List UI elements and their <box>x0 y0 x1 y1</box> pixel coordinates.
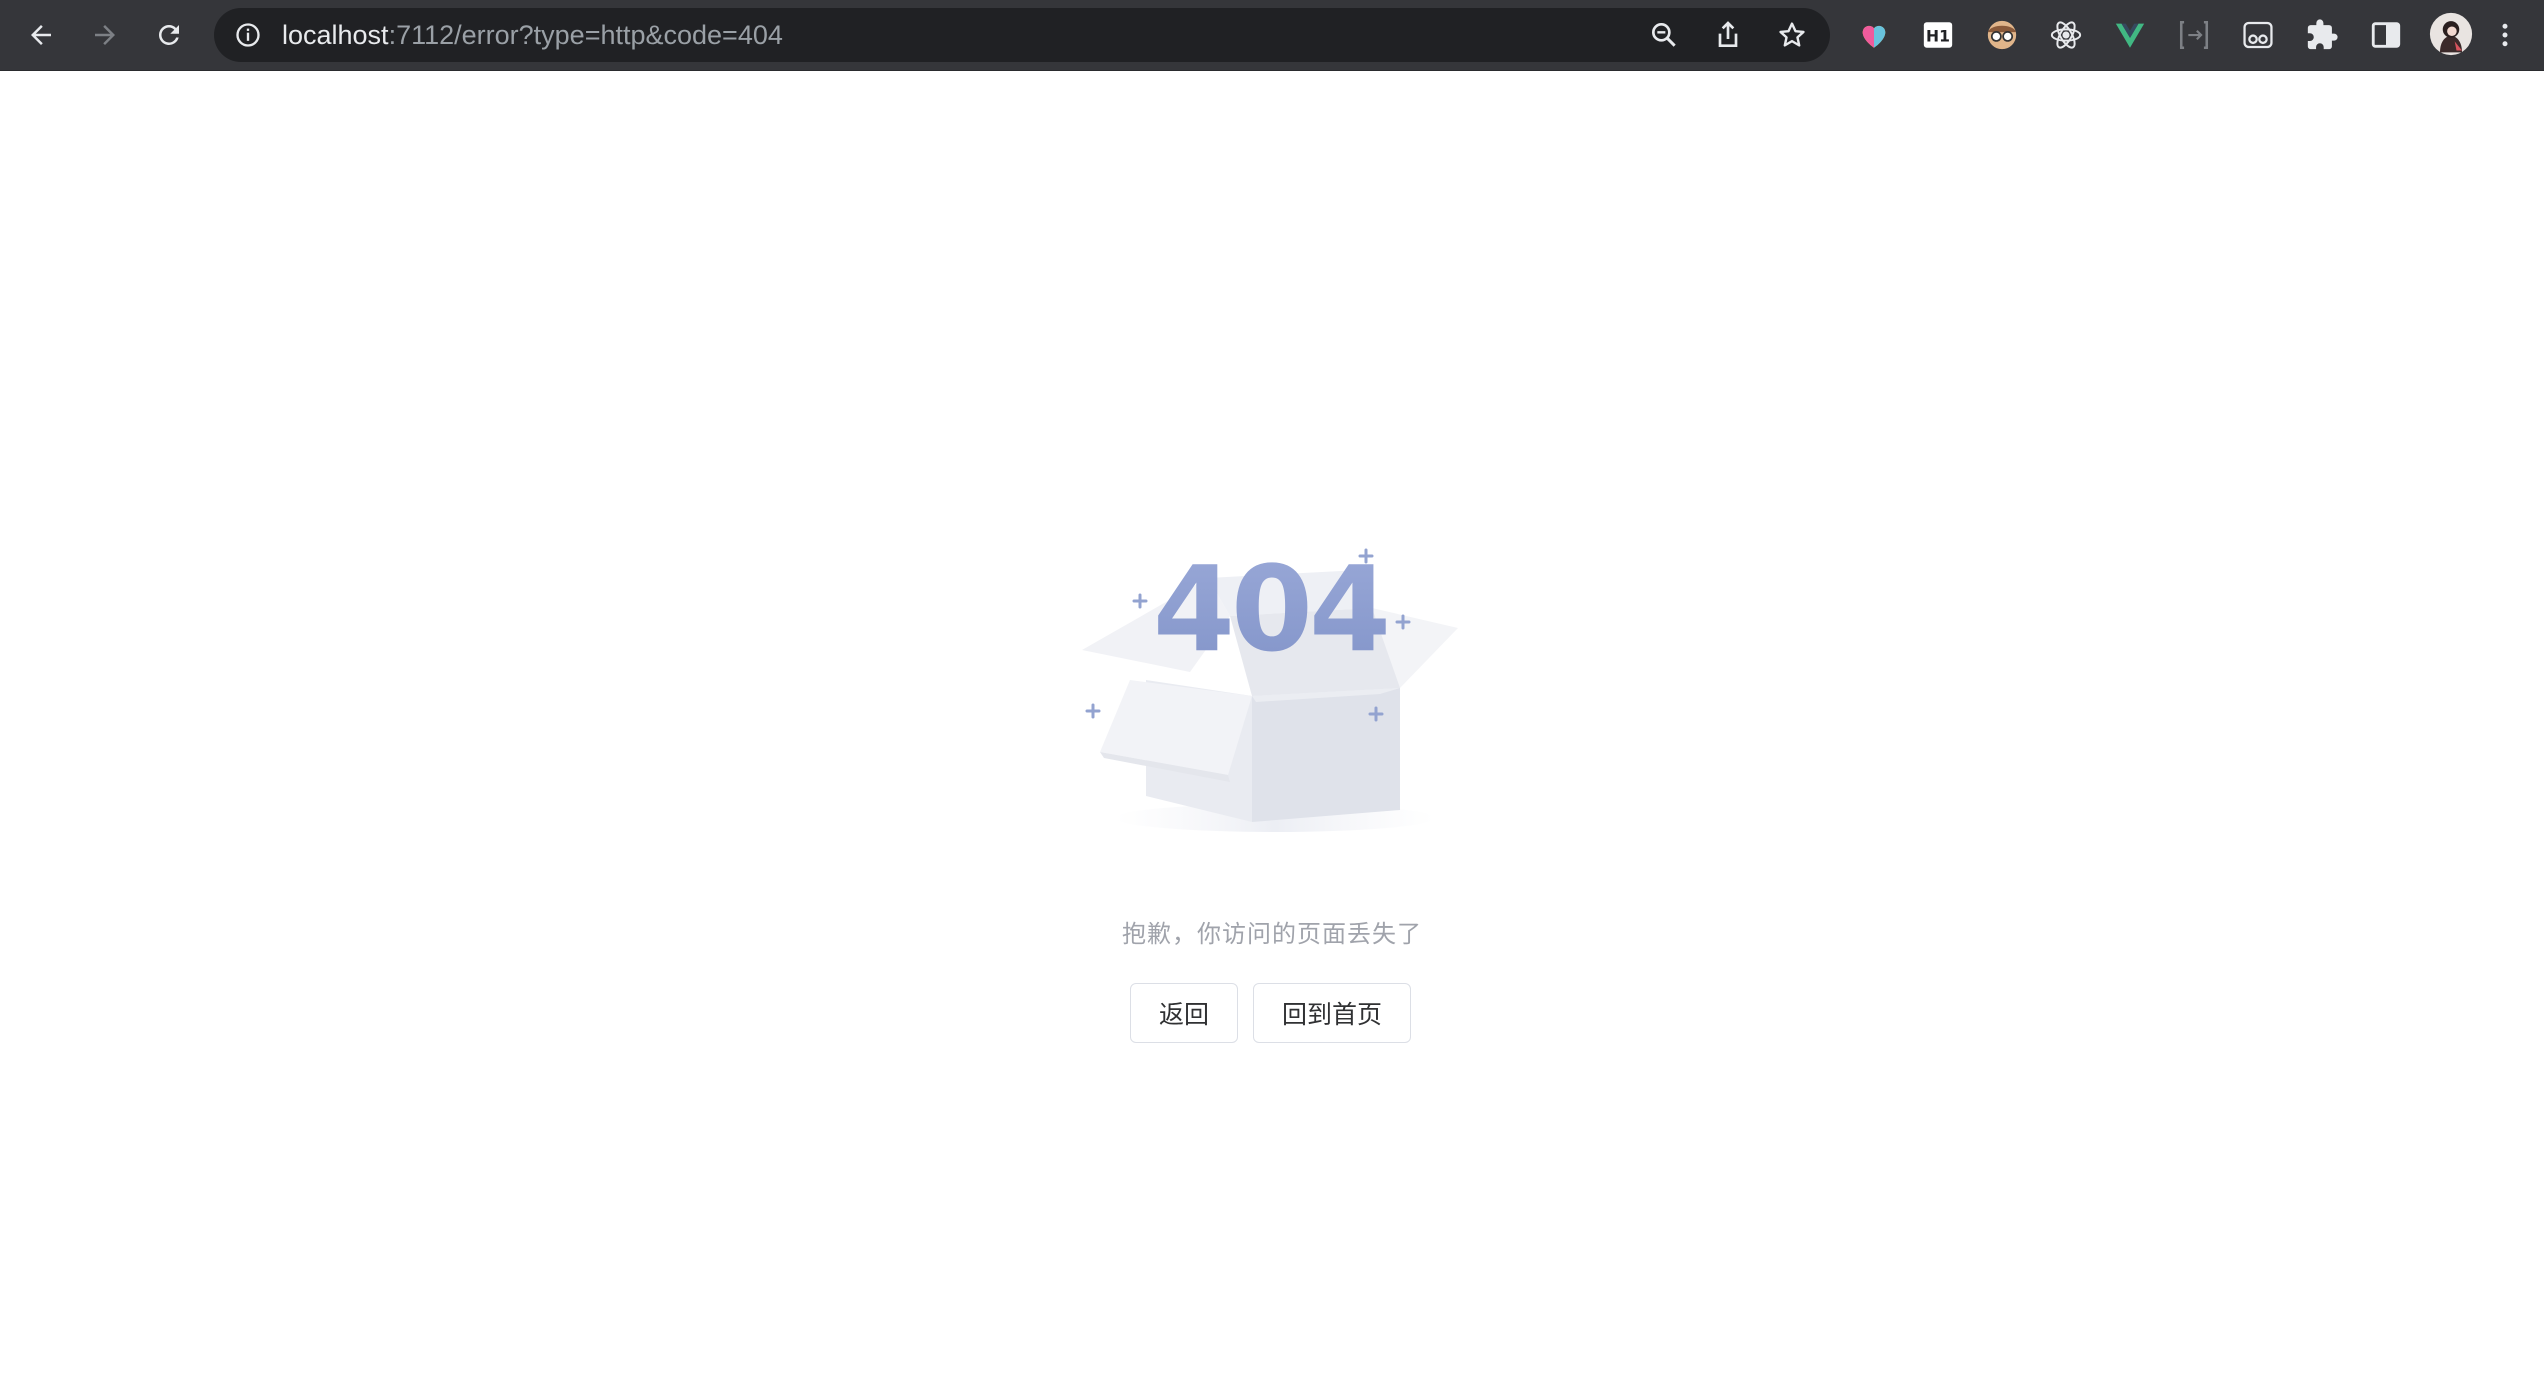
info-icon[interactable] <box>234 21 262 49</box>
address-bar[interactable]: localhost:7112/error?type=http&code=404 <box>214 8 1830 62</box>
react-atom-icon[interactable] <box>2046 15 2086 55</box>
glasses-face-icon[interactable] <box>1982 15 2022 55</box>
zoom-icon[interactable] <box>1648 19 1680 51</box>
arrow-right-icon <box>95 25 115 45</box>
share-icon[interactable] <box>1712 19 1744 51</box>
svg-text:H1: H1 <box>1926 27 1950 45</box>
vue-icon[interactable] <box>2110 15 2150 55</box>
puzzle-icon[interactable] <box>2302 15 2342 55</box>
back-button[interactable] <box>20 14 62 56</box>
bookmark-star-icon[interactable] <box>1776 19 1808 51</box>
forward-button[interactable] <box>84 14 126 56</box>
url-text[interactable]: localhost:7112/error?type=http&code=404 <box>282 8 783 62</box>
back-page-button[interactable]: 返回 <box>1130 983 1238 1043</box>
home-page-button[interactable]: 回到首页 <box>1253 983 1411 1043</box>
h1-icon[interactable]: H1 <box>1918 15 1958 55</box>
avatar[interactable] <box>2428 11 2474 57</box>
bracket-icon[interactable] <box>2174 15 2214 55</box>
url-host: localhost <box>282 20 389 50</box>
error-code: 404 <box>1153 540 1387 678</box>
reload-button[interactable] <box>148 14 190 56</box>
menu-kebab-icon[interactable] <box>2490 15 2520 55</box>
eyes-box-icon[interactable] <box>2238 15 2278 55</box>
side-panel-icon[interactable] <box>2366 15 2406 55</box>
empty-box-illustration: 404 <box>1082 540 1458 832</box>
browser-toolbar: localhost:7112/error?type=http&code=404 … <box>0 0 2544 71</box>
arrow-left-icon <box>31 25 51 45</box>
url-path: :7112/error?type=http&code=404 <box>388 20 783 50</box>
reload-icon <box>158 24 179 45</box>
error-message: 抱歉，你访问的页面丢失了 <box>1122 920 1422 948</box>
colorful-heart-icon[interactable] <box>1854 15 1894 55</box>
